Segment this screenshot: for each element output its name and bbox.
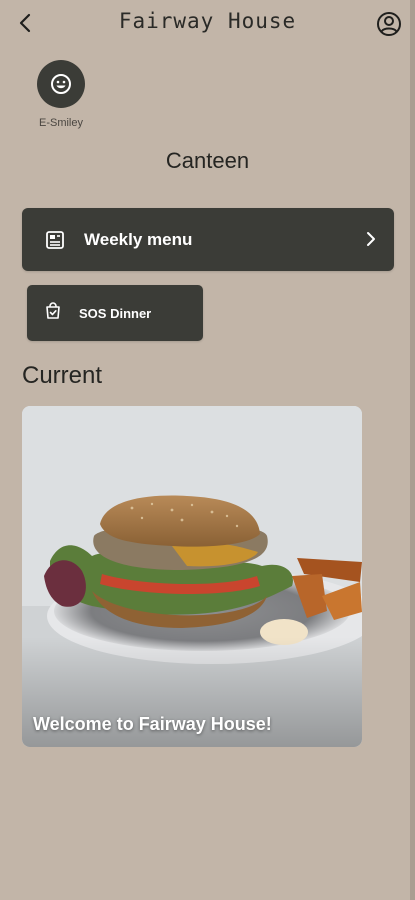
- app-title: Fairway House: [118, 9, 297, 33]
- sos-dinner-label: SOS Dinner: [79, 305, 152, 321]
- e-smiley-label: E-Smiley: [38, 117, 83, 129]
- user-circle-icon: [377, 12, 401, 36]
- profile-button[interactable]: [375, 10, 403, 38]
- current-heading: Current: [22, 362, 103, 389]
- e-smiley-badge: [37, 60, 85, 108]
- sos-dinner-button[interactable]: SOS Dinner: [27, 285, 203, 341]
- shopping-bag-check-icon: [44, 301, 62, 325]
- weekly-menu-button[interactable]: Weekly menu: [22, 208, 394, 271]
- section-title: Canteen: [165, 148, 250, 173]
- app-header: Fairway House: [0, 0, 415, 46]
- chevron-right-icon: [367, 232, 375, 246]
- smiley-icon: [51, 74, 71, 94]
- e-smiley-button[interactable]: E-Smiley: [30, 60, 92, 129]
- welcome-card[interactable]: Welcome to Fairway House!: [22, 406, 362, 747]
- screen-edge: [410, 0, 415, 900]
- menu-book-icon: [44, 229, 66, 251]
- welcome-caption: Welcome to Fairway House!: [33, 714, 272, 734]
- weekly-menu-label: Weekly menu: [84, 229, 193, 249]
